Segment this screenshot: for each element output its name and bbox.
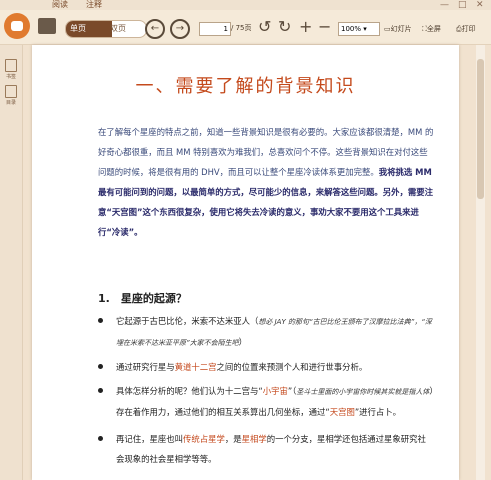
- sidebar-item-toc[interactable]: 目录: [2, 85, 20, 106]
- zoom-value: 100%: [341, 25, 362, 33]
- intro-bold-text: 我将挑选 MM 最有可能问到的问题，以最简单的方式，尽可能少的信息，来解答这些问…: [98, 167, 433, 237]
- slideshow-button[interactable]: ▭幻灯片: [384, 24, 412, 34]
- sidebar-item-label: 目录: [5, 100, 16, 106]
- back-arrow-icon[interactable]: ←: [145, 19, 165, 39]
- sidebar-item-label: 书签: [5, 74, 16, 80]
- forward-arrow-icon[interactable]: →: [170, 19, 190, 39]
- tab-read[interactable]: 阅读: [52, 0, 68, 10]
- list-item-text: ，是: [224, 434, 242, 444]
- sidebar-item-bookmark[interactable]: 书签: [2, 59, 20, 80]
- double-page-button[interactable]: 双页: [106, 21, 146, 37]
- rotate-right-icon[interactable]: ↻: [278, 19, 291, 35]
- page-total: / 75页: [231, 24, 252, 32]
- toolbar: 单页 双页 ← → 1 / 75页 ↺ ↻ + − 100% ▾ ▭幻灯片 ⛶全…: [0, 10, 491, 45]
- page-number-input[interactable]: 1: [199, 22, 231, 36]
- list-item-text: 它起源于古巴比伦，米索不达米亚人（: [116, 316, 259, 326]
- bullet-dot: [98, 436, 103, 441]
- bullet-dot: [98, 364, 103, 369]
- list-item-highlight: 黄道十二宫: [174, 362, 217, 372]
- print-button[interactable]: ⎙打印: [456, 24, 476, 34]
- vertical-scrollbar[interactable]: [476, 45, 485, 480]
- zoom-select[interactable]: 100% ▾: [338, 22, 380, 36]
- fullscreen-label: 全屏: [426, 25, 441, 33]
- slideshow-icon: ▭: [384, 25, 391, 33]
- list-item-text: 通过研究行星与: [116, 362, 175, 372]
- print-label: 打印: [461, 25, 476, 33]
- list-item-text: ”进行占卜。: [354, 407, 402, 417]
- app-logo[interactable]: [4, 13, 30, 39]
- section-heading: 1. 星座的起源？: [98, 292, 187, 305]
- list-item-highlight: 天宫图: [329, 407, 355, 417]
- scrollbar-thumb[interactable]: [477, 59, 484, 199]
- toc-icon: [5, 85, 17, 98]
- view-mode-toggle: 单页 双页: [65, 20, 147, 38]
- list-item-highlight: 小宇宙: [262, 386, 288, 396]
- list-item-highlight: 传统占星学: [183, 434, 225, 444]
- maximize-icon[interactable]: □: [458, 0, 467, 10]
- intro-paragraph: 在了解每个星座的特点之前，知道一些背景知识是很有必要的。大家应该都很清楚，MM …: [98, 122, 434, 242]
- bookmark-icon: [5, 59, 17, 72]
- zoom-out-icon[interactable]: −: [318, 19, 331, 35]
- slideshow-label: 幻灯片: [390, 25, 412, 33]
- list-item-text: 具体怎样分析的呢？他们认为十二宫与“: [116, 386, 263, 396]
- sidebar: 书签 目录: [0, 45, 23, 480]
- list-item-text: 再记住，星座也叫: [116, 434, 183, 444]
- list-item-italic: 圣斗士里面的小宇宙你时候其实就是指人体: [296, 388, 430, 396]
- close-icon[interactable]: ✕: [476, 0, 484, 10]
- minimize-icon[interactable]: —: [440, 0, 449, 10]
- bullet-dot: [98, 318, 103, 323]
- bullet-dot: [98, 388, 103, 393]
- zoom-in-icon[interactable]: +: [299, 19, 312, 35]
- document-page: 一、需要了解的背景知识 在了解每个星座的特点之前，知道一些背景知识是很有必要的。…: [32, 45, 459, 480]
- list-item-text: 之间的位置来预测个人和进行世事分析。: [216, 362, 368, 372]
- title-bar: 阅读 注释 — □ ✕: [0, 0, 491, 11]
- fullscreen-button[interactable]: ⛶全屏: [422, 24, 441, 34]
- rotate-left-icon[interactable]: ↺: [258, 19, 271, 35]
- open-folder-icon[interactable]: [38, 18, 56, 34]
- document-title: 一、需要了解的背景知识: [135, 76, 356, 97]
- list-item-text: ）: [238, 337, 248, 347]
- list-item-highlight: 星相学: [241, 434, 267, 444]
